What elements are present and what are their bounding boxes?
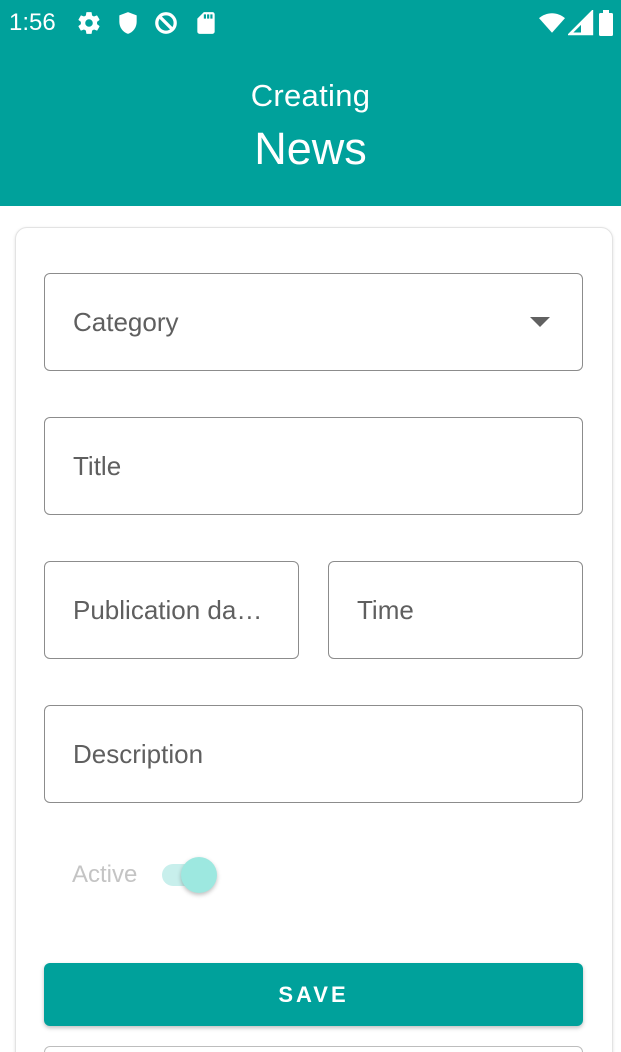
app-header: Creating News bbox=[0, 46, 621, 206]
battery-icon bbox=[598, 10, 618, 36]
wifi-icon bbox=[539, 10, 565, 36]
toggle-thumb bbox=[181, 857, 217, 893]
time-field[interactable]: Time bbox=[328, 561, 583, 659]
sd-card-icon bbox=[193, 10, 219, 36]
category-dropdown[interactable]: Category bbox=[44, 273, 583, 371]
header-subtitle: Creating bbox=[250, 78, 371, 113]
news-creation-screen: 1:56 Creating News Category Title Public… bbox=[0, 0, 621, 1052]
category-label: Category bbox=[73, 307, 179, 337]
gear-icon bbox=[76, 10, 102, 36]
title-label: Title bbox=[73, 451, 122, 481]
status-bar: 1:56 bbox=[0, 0, 621, 46]
time-label: Time bbox=[357, 595, 414, 625]
publication-date-label: Publication da… bbox=[73, 595, 263, 625]
dropdown-arrow-icon bbox=[530, 317, 550, 327]
page-title: News bbox=[254, 123, 367, 174]
active-label: Active bbox=[72, 861, 138, 888]
title-field[interactable]: Title bbox=[44, 417, 583, 515]
save-button[interactable]: SAVE bbox=[44, 963, 583, 1026]
shield-icon bbox=[115, 10, 141, 36]
data-saver-icon bbox=[153, 10, 179, 36]
cellular-signal-icon bbox=[568, 10, 594, 36]
description-field[interactable]: Description bbox=[44, 705, 583, 803]
next-field-partial bbox=[44, 1046, 583, 1052]
status-time: 1:56 bbox=[9, 9, 56, 36]
description-label: Description bbox=[73, 739, 204, 769]
publication-date-field[interactable]: Publication da… bbox=[44, 561, 299, 659]
active-toggle[interactable] bbox=[160, 857, 220, 893]
